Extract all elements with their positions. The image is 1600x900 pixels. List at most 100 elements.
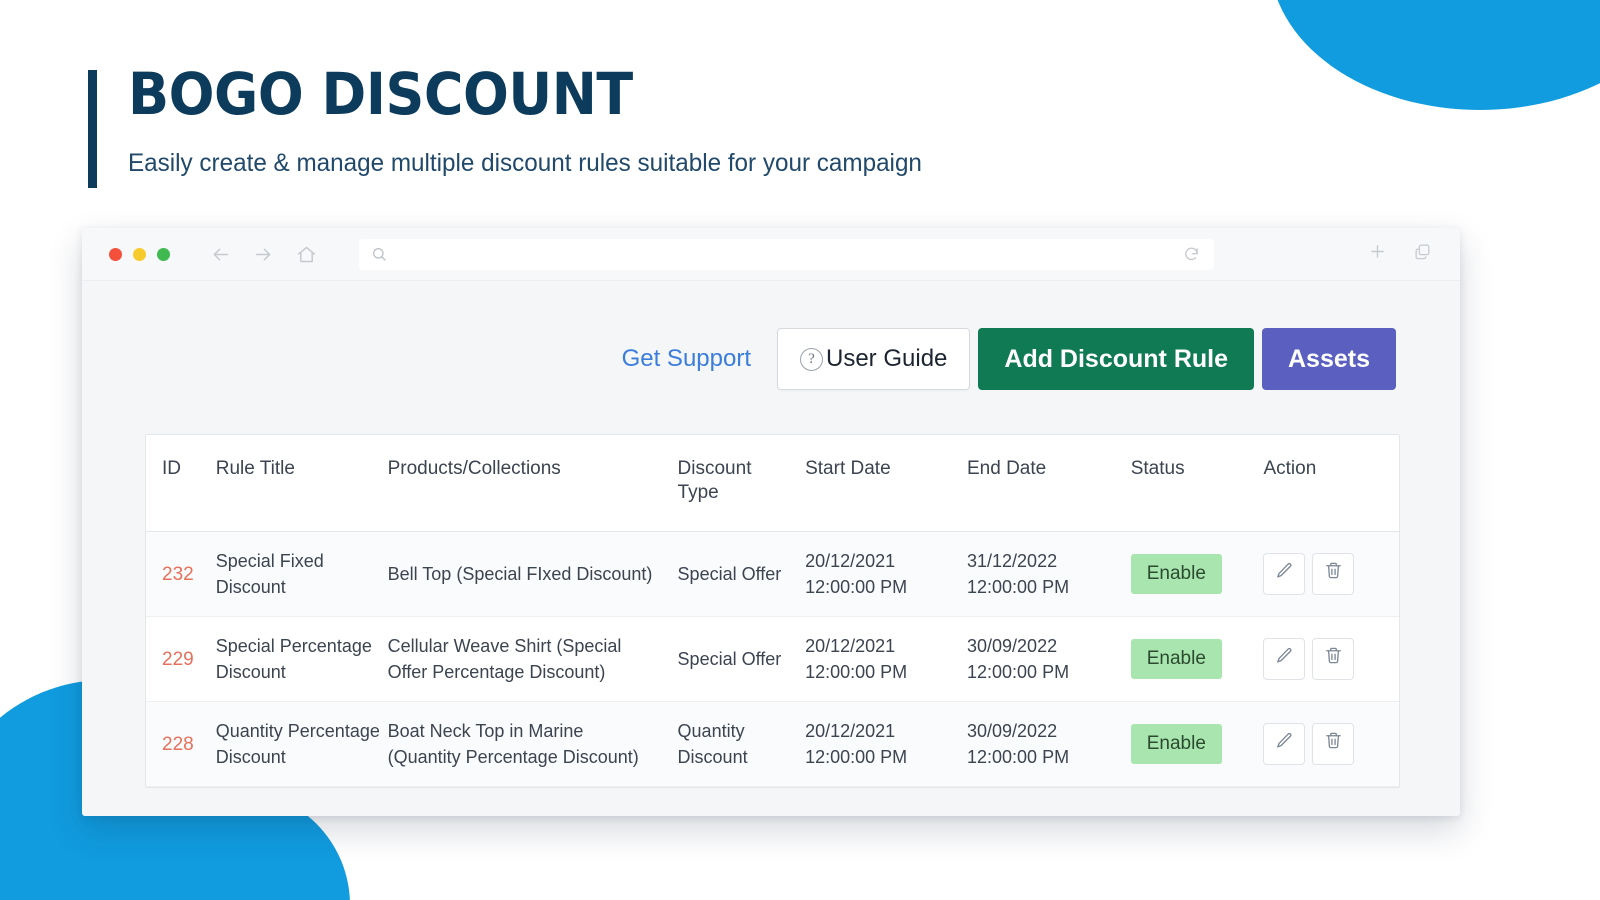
column-header-id: ID — [146, 435, 216, 532]
forward-arrow-icon[interactable] — [253, 244, 274, 265]
row-id-value: 232 — [162, 563, 194, 585]
discount-type-line-1: Discount — [677, 458, 752, 479]
status-badge[interactable]: Enable — [1130, 724, 1222, 764]
cell-status: Enable — [1130, 701, 1264, 787]
browser-nav-icons — [210, 244, 317, 265]
browser-right-icons — [1368, 242, 1432, 266]
column-header-rule-title: Rule Title — [215, 435, 388, 532]
row-id-value: 229 — [162, 648, 194, 670]
browser-toolbar — [82, 228, 1460, 281]
assets-button[interactable]: Assets — [1262, 328, 1396, 390]
hero-accent-bar — [88, 70, 97, 188]
start-date-value: 20/12/2021 — [805, 551, 896, 571]
trash-delete-icon — [1324, 646, 1343, 672]
pencil-edit-icon — [1275, 731, 1294, 757]
start-time-value: 12:00:00 PM — [805, 747, 908, 767]
edit-row-button[interactable] — [1263, 723, 1306, 765]
cell-id: 232 — [146, 531, 216, 617]
page-root: BOGO DISCOUNT Easily create & manage mul… — [0, 0, 1600, 900]
column-header-end-date: End Date — [967, 435, 1131, 532]
cell-action — [1263, 616, 1399, 702]
trash-delete-icon — [1324, 731, 1343, 757]
column-header-action: Action — [1263, 435, 1399, 532]
page-title: BOGO DISCOUNT — [128, 60, 633, 128]
cell-rule-title: Special Percentage Discount — [215, 616, 388, 702]
cell-discount-type: Special Offer — [677, 531, 806, 617]
cell-start-date: 20/12/2021 12:00:00 PM — [805, 616, 967, 702]
user-guide-label: User Guide — [826, 345, 948, 372]
app-content: Get Support ? User Guide Add Discount Ru… — [82, 328, 1460, 816]
cell-action — [1263, 701, 1399, 787]
status-badge[interactable]: Enable — [1130, 554, 1222, 594]
delete-row-button[interactable] — [1312, 553, 1355, 595]
maximize-window-button[interactable] — [157, 247, 170, 261]
reload-icon[interactable] — [1183, 246, 1200, 263]
cell-id: 228 — [146, 701, 216, 787]
close-window-button[interactable] — [109, 247, 122, 261]
start-time-value: 12:00:00 PM — [805, 577, 908, 597]
address-bar[interactable] — [359, 238, 1214, 270]
column-header-start-date: Start Date — [805, 435, 967, 532]
cell-discount-type: Quantity Discount — [677, 701, 806, 787]
cell-products: Boat Neck Top in Marine (Quantity Percen… — [387, 701, 678, 787]
add-discount-rule-button[interactable]: Add Discount Rule — [978, 328, 1254, 390]
user-guide-button[interactable]: ? User Guide — [777, 328, 971, 390]
start-date-value: 20/12/2021 — [805, 721, 896, 741]
cell-action — [1263, 531, 1399, 617]
edit-row-button[interactable] — [1263, 638, 1306, 680]
end-time-value: 12:00:00 PM — [967, 747, 1070, 767]
trash-delete-icon — [1324, 561, 1343, 587]
cell-end-date: 30/09/2022 12:00:00 PM — [967, 701, 1131, 787]
table-header-row: ID Rule Title Products/Collections Disco… — [146, 435, 1399, 532]
question-mark-icon: ? — [800, 347, 823, 371]
hero-section: BOGO DISCOUNT Easily create & manage mul… — [88, 60, 946, 188]
cell-products: Cellular Weave Shirt (Special Offer Perc… — [387, 616, 678, 702]
delete-row-button[interactable] — [1312, 638, 1355, 680]
cell-products: Bell Top (Special FIxed Discount) — [387, 531, 678, 617]
table-row: 232 Special Fixed Discount Bell Top (Spe… — [146, 531, 1399, 617]
start-date-value: 20/12/2021 — [805, 636, 896, 656]
table-row: 228 Quantity Percentage Discount Boat Ne… — [146, 701, 1399, 787]
cell-end-date: 30/09/2022 12:00:00 PM — [967, 616, 1131, 702]
cell-start-date: 20/12/2021 12:00:00 PM — [805, 701, 967, 787]
cell-end-date: 31/12/2022 12:00:00 PM — [967, 531, 1131, 617]
cell-id: 229 — [146, 616, 216, 702]
end-date-value: 30/09/2022 — [967, 721, 1058, 741]
browser-window: Get Support ? User Guide Add Discount Ru… — [82, 228, 1460, 816]
column-header-discount-type: Discount Type — [677, 435, 806, 532]
status-badge[interactable]: Enable — [1130, 639, 1222, 679]
cell-rule-title: Quantity Percentage Discount — [215, 701, 388, 787]
page-action-bar: Get Support ? User Guide Add Discount Ru… — [82, 328, 1460, 390]
decorative-blob-top-right — [1270, 0, 1600, 110]
end-date-value: 31/12/2022 — [967, 551, 1058, 571]
search-icon — [371, 246, 387, 262]
discount-rules-table: ID Rule Title Products/Collections Disco… — [145, 434, 1400, 788]
page-subtitle: Easily create & manage multiple discount… — [128, 149, 922, 177]
delete-row-button[interactable] — [1312, 723, 1355, 765]
get-support-link[interactable]: Get Support — [622, 345, 751, 373]
discount-type-line-2: Type — [677, 482, 719, 503]
cell-discount-type: Special Offer — [677, 616, 806, 702]
copy-windows-icon[interactable] — [1413, 242, 1432, 266]
end-date-value: 30/09/2022 — [967, 636, 1058, 656]
window-controls — [109, 247, 170, 261]
end-time-value: 12:00:00 PM — [967, 577, 1070, 597]
column-header-products: Products/Collections — [387, 435, 678, 532]
plus-icon[interactable] — [1368, 242, 1387, 266]
minimize-window-button[interactable] — [133, 247, 146, 261]
back-arrow-icon[interactable] — [210, 244, 231, 265]
cell-status: Enable — [1130, 531, 1264, 617]
row-id-value: 228 — [162, 733, 194, 755]
edit-row-button[interactable] — [1263, 553, 1306, 595]
cell-status: Enable — [1130, 616, 1264, 702]
cell-start-date: 20/12/2021 12:00:00 PM — [805, 531, 967, 617]
end-time-value: 12:00:00 PM — [967, 662, 1070, 682]
start-time-value: 12:00:00 PM — [805, 662, 908, 682]
column-header-status: Status — [1130, 435, 1264, 532]
cell-rule-title: Special Fixed Discount — [215, 531, 388, 617]
table-body: 232 Special Fixed Discount Bell Top (Spe… — [146, 531, 1399, 787]
home-icon[interactable] — [296, 244, 317, 265]
pencil-edit-icon — [1275, 646, 1294, 672]
pencil-edit-icon — [1275, 561, 1294, 587]
table-row: 229 Special Percentage Discount Cellular… — [146, 616, 1399, 702]
